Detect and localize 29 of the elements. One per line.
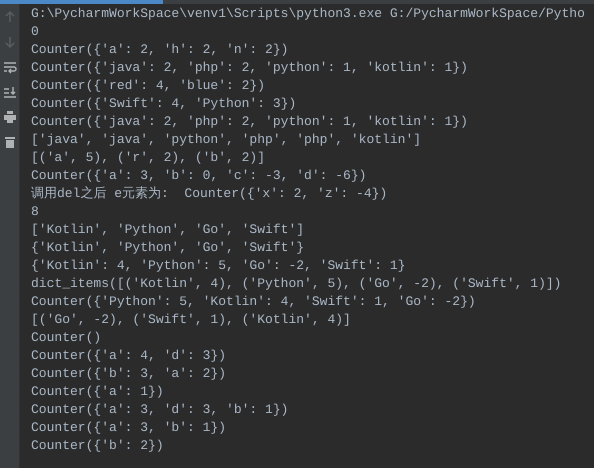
console-output-line: Counter({'a': 4, 'd': 3}): [31, 347, 226, 365]
console-output-line: [('a', 5), ('r', 2), ('b', 2)]: [31, 149, 266, 167]
console-output-line: Counter({'Swift': 4, 'Python': 3}): [31, 95, 296, 113]
console-output-line: Counter({'b': 3, 'a': 2}): [31, 365, 226, 383]
console-output-line: Counter({'a': 2, 'h': 2, 'n': 2}): [31, 41, 288, 59]
console-output-line: ['java', 'java', 'python', 'php', 'php', 'kotlin']: [31, 131, 422, 149]
console-output-line: Counter({'red': 4, 'blue': 2}): [31, 77, 266, 95]
console-output-line: Counter({'a': 3, 'd': 3, 'b': 1}): [31, 401, 288, 419]
console-output-line: {'Kotlin', 'Python', 'Go', 'Swift'}: [31, 239, 304, 257]
console-output-line: Counter({'a': 1}): [31, 383, 164, 401]
scroll-to-end-icon[interactable]: [2, 85, 16, 99]
wrap-icon[interactable]: [2, 60, 16, 74]
console-output-line: 调用del之后 e元素为: Counter({'x': 2, 'z': -4}): [31, 185, 388, 203]
console-output-line: Counter(): [31, 329, 102, 347]
console-output-line: 8: [31, 203, 39, 221]
console-output-line: 0: [31, 23, 39, 41]
console-output-line: {'Kotlin': 4, 'Python': 5, 'Go': -2, 'Swift': 1}: [31, 257, 406, 275]
console-output-line: Counter({'a': 3, 'b': 1}): [31, 419, 226, 437]
console-output-line: ['Kotlin', 'Python', 'Go', 'Swift']: [31, 221, 304, 239]
console-output-line: [('Go', -2), ('Swift', 1), ('Kotlin', 4)]: [31, 311, 351, 329]
console-output-line: Counter({'java': 2, 'php': 2, 'python': 1, 'kotlin': 1}): [31, 113, 468, 131]
console-output-line: Counter({'a': 3, 'b': 0, 'c': -3, 'd': -6}): [31, 167, 366, 185]
console-output-line: Counter({'b': 2}): [31, 437, 164, 455]
print-icon[interactable]: [2, 110, 16, 124]
console-output-line: G:\PycharmWorkSpace\venv1\Scripts\python3.exe G:/PycharmWorkSpace/Pytho: [31, 5, 585, 23]
console-output-line: Counter({'java': 2, 'php': 2, 'python': 1, 'kotlin': 1}): [31, 59, 468, 77]
trash-icon[interactable]: [2, 135, 16, 149]
console-output-line: Counter({'Python': 5, 'Kotlin': 4, 'Swift': 1, 'Go': -2}): [31, 293, 476, 311]
console-output-line: dict_items([('Kotlin', 4), ('Python', 5), ('Go', -2), ('Swift', 1)]): [31, 275, 562, 293]
